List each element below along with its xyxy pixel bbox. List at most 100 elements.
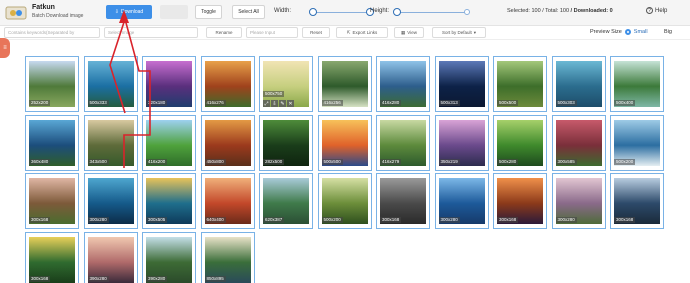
view-button[interactable]: ▦ View [394,27,424,38]
image-dimensions: 500x200 [614,158,636,165]
height-slider-track[interactable] [397,12,465,13]
image-dimensions: 450x800 [204,158,226,165]
image-dimensions: 300x168 [497,217,519,223]
image-tile[interactable]: 500x313 [434,56,489,112]
export-links-button[interactable]: ⇱ Export Links [336,27,388,38]
rename-button[interactable]: Rename [206,27,242,38]
toggle-button[interactable]: Toggle [195,5,222,19]
image-dimensions: 300x168 [380,217,402,223]
image-thumbnail: 300x585 [555,119,602,166]
width-slider-track[interactable] [312,12,367,13]
image-tile[interactable]: 620x387 [259,173,313,229]
image-tile[interactable]: 416x280 [376,56,430,112]
preview-size-control: Preview Size Small [590,29,648,35]
download-button[interactable]: ⇩ Download [106,5,152,19]
image-tile[interactable]: 282x500 [259,114,313,171]
chevron-down-icon: ▾ [473,29,477,35]
image-tile[interactable]: 500x500 [317,114,372,171]
image-tile[interactable]: 252x200 [25,56,79,112]
image-tile[interactable]: 390x280 [83,231,138,283]
side-collapse-tab[interactable]: ≡ [0,38,10,58]
image-tile[interactable]: 500x500 [493,56,547,112]
preview-small-label[interactable]: Small [634,29,648,35]
preview-size-label: Preview Size [590,29,622,35]
image-tile[interactable]: 300x280 [83,173,138,229]
image-thumbnail: 500x750 ⤢ ⇩ ✎ ✕ [263,61,309,107]
image-tile[interactable]: 300x168 [493,173,547,229]
tile-action-icons: ⤢ ⇩ ✎ ✕ [263,100,294,107]
download-icon[interactable]: ⇩ [271,100,278,107]
image-tile[interactable]: 500x303 [551,56,606,112]
image-tile[interactable]: 500x200 [610,114,664,171]
image-tile[interactable]: 500x280 [493,114,547,171]
image-tile[interactable]: 300x168 [25,173,79,229]
expand-icon[interactable]: ⤢ [263,100,270,107]
image-tile[interactable]: 390x280 [142,231,196,283]
width-slider-knob[interactable] [309,8,317,16]
image-tile[interactable]: 300x280 [434,173,489,229]
image-dimensions: 300x505 [146,217,168,223]
image-dimensions: 252x200 [29,100,51,106]
image-thumbnail: 500x200 [321,178,368,224]
rename-input[interactable]: Please Input [246,27,298,38]
image-tile[interactable]: 360x480 [25,114,79,171]
image-tile[interactable]: 450x800 [200,114,255,171]
image-tile[interactable]: 320x180 [142,56,196,112]
image-tile[interactable]: 300x585 [551,114,606,171]
image-select-dropdown[interactable]: Select Image [104,27,198,38]
image-tile[interactable]: 300x168 [610,173,664,229]
image-thumbnail: 500x333 [87,61,134,107]
preview-small-radio[interactable] [624,29,631,35]
toolbar-blank-button[interactable] [160,5,188,19]
image-thumbnail: 300x280 [438,178,485,224]
image-tile[interactable]: 416x256 [317,56,372,112]
image-dimensions: 500x313 [438,100,460,106]
image-thumbnail: 350x219 [438,119,485,166]
image-dimensions: 390x280 [146,275,168,282]
image-tile[interactable]: 500x200 [317,173,372,229]
image-tile[interactable]: 500x400 [610,56,664,112]
image-tile[interactable]: 416x276 [200,56,255,112]
image-tile[interactable]: 300x168 [25,231,79,283]
image-tile[interactable]: 500x750 ⤢ ⇩ ✎ ✕ [259,56,313,112]
image-thumbnail: 640x400 [204,178,251,224]
height-slider-knob[interactable] [393,8,401,16]
width-label: Width: [274,8,292,14]
image-thumbnail: 500x400 [614,61,660,107]
height-slider-max-knob[interactable] [464,9,470,15]
image-tile[interactable]: 300x505 [142,173,196,229]
image-dimensions: 500x333 [87,100,109,106]
image-thumbnail: 500x313 [438,61,485,107]
image-dimensions: 300x280 [87,217,109,223]
image-dimensions: 500x500 [321,158,343,165]
image-tile[interactable]: 300x280 [551,173,606,229]
image-tile[interactable]: 500x333 [83,56,138,112]
image-tile[interactable]: 850x895 [200,231,255,283]
image-thumbnail: 416x276 [204,61,251,107]
image-thumbnail: 416x256 [321,61,368,107]
download-label: Download [120,9,144,15]
image-tile[interactable]: 640x400 [200,173,255,229]
image-thumbnail: 300x280 [87,178,134,224]
sort-dropdown[interactable]: Sort by Default ▾ [432,27,486,38]
image-thumbnail: 416x279 [380,119,426,166]
reset-button[interactable]: Reset [302,27,330,38]
image-dimensions: 500x280 [497,158,519,165]
close-icon[interactable]: ✕ [287,100,294,107]
image-dimensions: 320x180 [146,100,168,106]
image-tile[interactable]: 343x500 [83,114,138,171]
preview-big-option[interactable]: Big [664,29,672,35]
image-thumbnail: 343x500 [87,119,134,166]
image-tile[interactable]: 416x200 [142,114,196,171]
fatkun-logo-icon [3,4,29,22]
image-tile[interactable]: 416x279 [376,114,430,171]
keyword-filter-input[interactable]: Contains keywords(Separated by [4,27,100,38]
image-dimensions: 360x480 [29,158,51,165]
image-thumbnail: 360x480 [29,119,75,166]
image-tile[interactable]: 350x219 [434,114,489,171]
select-all-button[interactable]: Select All [232,5,265,19]
edit-icon[interactable]: ✎ [279,100,286,107]
image-tile[interactable]: 300x168 [376,173,430,229]
help-link[interactable]: ? Help [646,7,667,14]
image-thumbnail: 500x280 [497,119,543,166]
